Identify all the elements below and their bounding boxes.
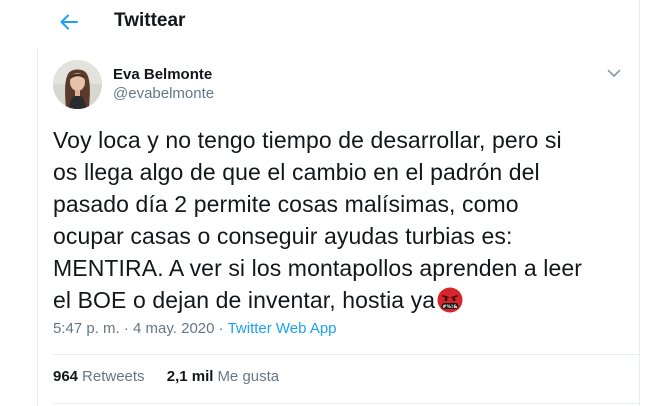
likes-label: Me gusta xyxy=(217,368,280,385)
author-handle[interactable]: @evabelmonte xyxy=(113,85,214,103)
tweet-text-line: MENTIRA. A ver si los montapollos aprend… xyxy=(53,255,583,281)
author-name[interactable]: Eva Belmonte xyxy=(113,66,212,84)
tweet-stats: 964 Retweets 2,1 mil Me gusta xyxy=(53,368,279,386)
back-button[interactable] xyxy=(54,7,84,37)
tweet-text-line: Voy loca y no tengo tiempo de desarrolla… xyxy=(53,127,562,153)
tweet-detail-page: Twittear Eva Belmonte @evabelmonte Voy l… xyxy=(0,0,652,406)
face-with-symbols-on-mouth-icon: #%!& xyxy=(437,287,463,313)
divider xyxy=(53,354,639,355)
tweet-text-line: pasado día 2 permite cosas malísimas, co… xyxy=(53,191,519,217)
tweet-text-line: el BOE o dejan de inventar, hostia ya xyxy=(53,287,436,313)
divider xyxy=(53,403,639,404)
profile-photo xyxy=(53,60,102,109)
arrow-left-icon xyxy=(60,14,78,30)
retweets-stat[interactable]: 964 Retweets xyxy=(53,368,145,386)
svg-text:#%!&: #%!& xyxy=(443,304,458,310)
column-border-right xyxy=(639,0,640,406)
chevron-down-icon xyxy=(607,69,621,77)
likes-count: 2,1 mil xyxy=(166,368,214,385)
tweet-text-line: os llega algo de que el cambio en el pad… xyxy=(53,159,540,185)
tweet-text-line: ocupar casas o conseguir ayudas turbias … xyxy=(53,223,513,249)
tweet-date[interactable]: 4 may. 2020 xyxy=(133,320,214,337)
tweet-source-link[interactable]: Twitter Web App xyxy=(228,320,337,337)
page-header: Twittear xyxy=(38,0,639,44)
tweet-time[interactable]: 5:47 p. m. xyxy=(53,320,120,337)
tweet-text: Voy loca y no tengo tiempo de desarrolla… xyxy=(53,124,623,316)
tweet-menu-button[interactable] xyxy=(606,66,622,80)
likes-stat[interactable]: 2,1 mil Me gusta xyxy=(167,368,279,386)
retweets-label: Retweets xyxy=(82,368,145,385)
page-title: Twittear xyxy=(114,10,186,31)
column-border-left xyxy=(37,48,38,406)
tweet-text-line-last: el BOE o dejan de inventar, hostia ya #%… xyxy=(53,284,623,316)
retweets-count: 964 xyxy=(53,368,79,385)
meta-separator: · xyxy=(218,320,224,337)
avatar[interactable] xyxy=(53,60,102,109)
meta-separator: · xyxy=(123,320,129,337)
tweet-meta: 5:47 p. m. · 4 may. 2020 · Twitter Web A… xyxy=(53,320,337,338)
